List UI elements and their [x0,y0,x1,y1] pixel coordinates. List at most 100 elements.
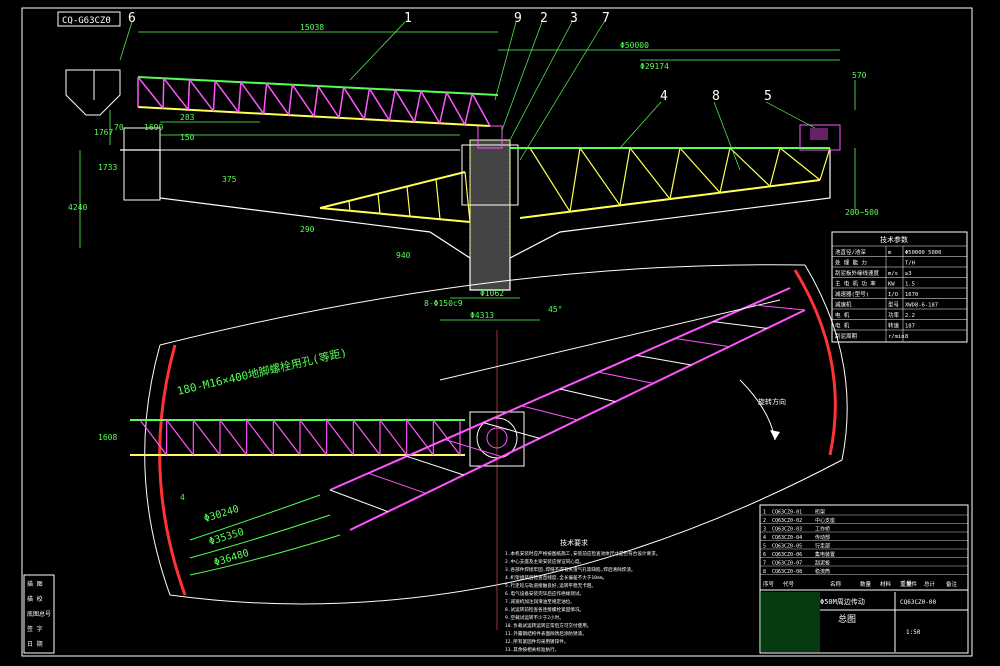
parts-header-cell: 备注 [946,580,958,588]
left-truss-member [435,179,441,220]
spec-cell: Φ50000 5000 [905,250,941,256]
truss-diagonal [729,147,771,187]
bridge-diagonal [317,85,340,119]
plan-bridge-diagonal [272,419,301,456]
note-line: 12.所有紧固件均采用镀锌件。 [505,638,568,645]
spec-cell: 8 [905,334,908,340]
part-cell: 2 [763,518,766,524]
spec-cell: 1.5 [905,282,915,288]
note-line: 6.电气设备安装完毕后应作绝缘测试。 [505,590,584,597]
note-line: 4.桁架组装后检查直线度,全长偏差不大于10mm。 [505,574,607,581]
plan-truss-diagonal [751,304,806,311]
part-cell: 稳流筒 [815,568,830,575]
part-cell: CQ63CZ0-02 [772,518,802,524]
spec-cell: XWD8-6-187 [905,303,938,309]
spec-table-rows: 池直径/池深 m Φ50000 5000 处 理 能 力 T/H 刮泥板外缘线速度 m/s ≥… [832,245,967,342]
truss-vertical [619,147,631,206]
parts-header-cell: 材料 [880,580,892,588]
balloon-9: 9 [514,11,522,26]
bridge-diagonal [137,76,164,109]
dim-r35350: Φ35350 [208,527,246,548]
plan-bridge-diagonal [352,419,381,456]
plan-bridge-diagonal [326,419,354,456]
dim-150: 150 [180,133,195,142]
spec-cell: 主 电 机 功 率 [835,280,876,288]
bridge-vertical [363,88,371,120]
dim-283: 283 [180,113,195,122]
spec-cell: m/s [888,271,898,277]
center-column [469,139,511,291]
spec-cell: 处 理 能 力 [835,259,867,267]
bridge-diagonal [368,88,391,121]
left-strip-labels: 描 图描 校底图总号签 字日 期 [27,580,51,648]
plan-left-rim [158,344,187,596]
notes-lines: 1.本机安装时应严格按图纸施工,安装前应检查池体尺寸是否符合设计要求。2.中心支… [505,550,660,653]
bridge-vertical [162,78,165,109]
parts-header-cell: 代号 [783,580,795,588]
dim-phi4313: Φ4313 [470,311,494,320]
balloon-5: 5 [764,89,772,104]
plan-truss-diagonal [368,472,426,494]
part-cell: CQ63CZ0-05 [772,544,802,550]
dim-375: 375 [222,175,237,184]
dim-phi-outer: Φ50000 [620,41,649,50]
left-strip-label: 底图总号 [27,610,51,618]
part-cell: 刮泥板 [815,560,830,567]
bridge-diagonal [471,93,491,127]
weight-label: 重量 [900,580,912,588]
spec-cell: 刮泥周期 [835,332,858,340]
parts-header: 序号 代号 名称 数量 材料 单件 总计 备注 [763,580,958,588]
plan-bridge-diagonal [166,419,194,456]
bridge-diagonal [214,80,240,113]
dim-290: 290 [300,225,315,234]
dimension-lines [79,31,856,321]
note-line: 9.空载试运转不少于2小时。 [505,614,564,621]
drawing-no: CQ63CZ0-00 [900,599,937,606]
left-truss-member [377,193,381,214]
plan-bridge-webs [139,419,461,456]
drive-motor [810,128,828,140]
spec-cell: I/O [888,292,898,298]
truss-vertical [569,147,581,212]
spec-cell: 池直径/池深 [835,248,866,256]
bridge-vertical [338,87,345,118]
project-name: Φ50M周边传动 [820,597,865,606]
dim-bolts: 8-Φ150c9 [424,299,463,308]
bridge-vertical [388,89,396,121]
dim-570: 570 [852,71,867,80]
rotation-label: 旋转方向 [758,397,786,406]
left-strip-label: 描 图 [27,580,43,588]
left-truss-member [406,186,411,217]
spec-cell: 转速 [888,322,900,330]
plan-truss-webs [329,304,806,513]
dim-940: 940 [396,251,411,260]
parts-header-cell: 名称 [830,580,842,588]
part-cell: 4 [763,535,766,541]
plan-outline-bottom [169,459,843,605]
bridge-diagonal [420,90,441,124]
dim-1608: 1608 [98,433,117,442]
bridge-vertical [464,93,474,125]
balloon-4: 4 [660,89,668,104]
part-cell: 5 [763,544,766,550]
bridge-diagonal [188,79,215,112]
bridge-vertical [313,85,319,117]
dim-small: 4 [180,493,185,502]
part-cell: CQ63CZ0-07 [772,561,802,567]
plan-truss-diagonal [329,489,389,513]
plan-note: 180-M16×400地脚螺栓用孔(等距) [176,345,349,398]
left-signature-strip: 描 图描 校底图总号签 字日 期 [23,574,55,654]
spec-table-title: 技术参数 [880,235,908,244]
spec-cell: 2.2 [905,313,915,319]
cad-drawing-canvas: CQ-G63CZ0 6 1 9 2 3 7 4 8 5 15038 Φ50000… [21,7,973,657]
balloon-1: 1 [404,11,412,26]
left-strip-label: 日 期 [27,640,43,648]
spec-cell: 1670 [905,292,918,298]
truss-diagonal [629,147,671,200]
plan-truss-diagonal [406,455,464,476]
part-cell: CQ63CZ0-04 [772,535,802,541]
parts-header-cell: 序号 [763,580,775,588]
part-cell: 7 [763,561,766,567]
dim-4240: 4240 [68,203,87,212]
truss-web-members [529,147,831,212]
